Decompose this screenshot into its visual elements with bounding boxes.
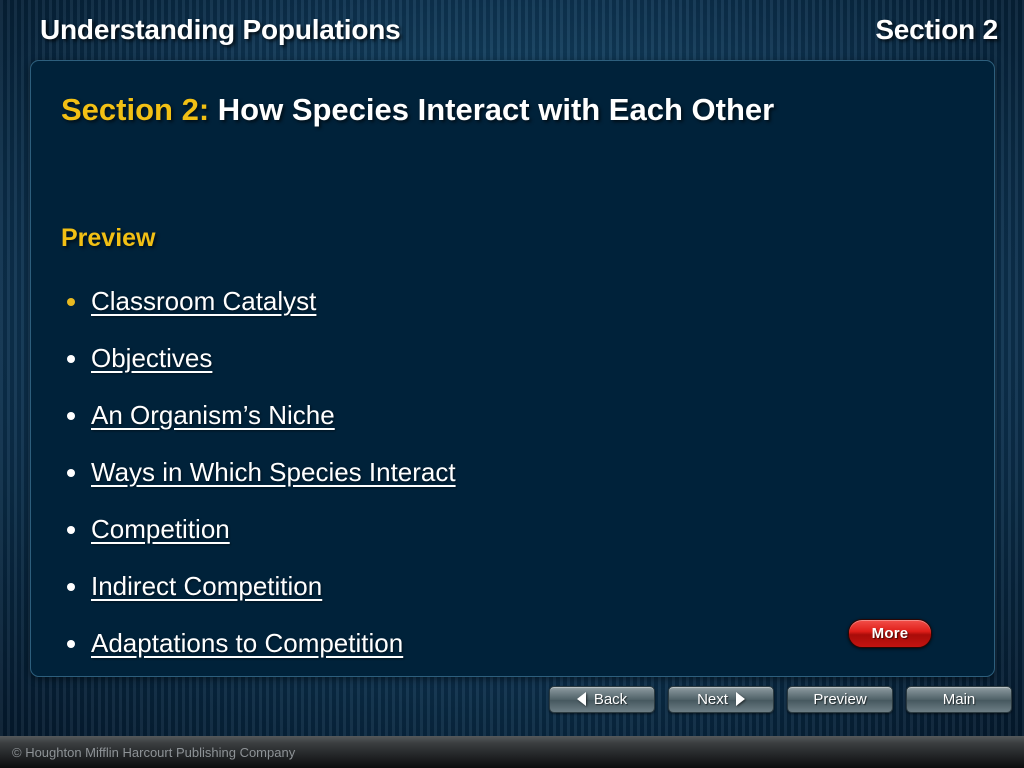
header-chapter-title: Understanding Populations bbox=[40, 14, 401, 45]
content-panel: Section 2: How Species Interact with Eac… bbox=[30, 60, 995, 677]
bullet-icon bbox=[67, 354, 75, 363]
list-item[interactable]: Classroom Catalyst bbox=[59, 273, 939, 330]
list-item[interactable]: Indirect Competition bbox=[59, 558, 939, 615]
slide-footer: © Houghton Mifflin Harcourt Publishing C… bbox=[0, 736, 1024, 768]
preview-button-label: Preview bbox=[813, 690, 867, 708]
preview-heading: Preview bbox=[61, 224, 156, 252]
copyright-notice: © Houghton Mifflin Harcourt Publishing C… bbox=[12, 745, 296, 760]
bullet-icon bbox=[67, 639, 75, 648]
list-item[interactable]: Competition bbox=[59, 501, 939, 558]
bullet-icon bbox=[67, 525, 75, 534]
bullet-icon bbox=[67, 468, 75, 477]
next-button[interactable]: Next bbox=[668, 685, 774, 713]
main-button[interactable]: Main bbox=[906, 685, 1012, 713]
bullet-icon bbox=[67, 582, 75, 591]
back-button[interactable]: Back bbox=[549, 685, 655, 713]
slide-title-rest: How Species Interact with Each Other bbox=[209, 92, 775, 127]
more-button-label: More bbox=[871, 625, 909, 642]
preview-link-an-organisms-niche[interactable]: An Organism’s Niche bbox=[91, 400, 335, 431]
preview-link-list: Classroom Catalyst Objectives An Organis… bbox=[59, 273, 939, 672]
slide-title-prefix: Section 2: bbox=[61, 92, 210, 127]
arrow-right-icon bbox=[735, 692, 745, 706]
slide-header: Understanding Populations Section 2 bbox=[0, 0, 1024, 58]
slide-title: Section 2: How Species Interact with Eac… bbox=[61, 86, 891, 133]
preview-link-adaptations-to-competition[interactable]: Adaptations to Competition bbox=[91, 628, 403, 659]
next-button-label: Next bbox=[697, 690, 728, 708]
preview-link-indirect-competition[interactable]: Indirect Competition bbox=[91, 571, 322, 602]
main-button-label: Main bbox=[942, 690, 976, 708]
list-item[interactable]: Objectives bbox=[59, 330, 939, 387]
navigation-bar: Back Next Preview Main bbox=[0, 678, 1024, 720]
presentation-slide: Understanding Populations Section 2 Sect… bbox=[0, 0, 1024, 768]
preview-link-classroom-catalyst[interactable]: Classroom Catalyst bbox=[91, 286, 316, 317]
preview-link-competition[interactable]: Competition bbox=[91, 514, 230, 545]
preview-link-objectives[interactable]: Objectives bbox=[91, 343, 212, 374]
list-item[interactable]: An Organism’s Niche bbox=[59, 387, 939, 444]
preview-button[interactable]: Preview bbox=[787, 685, 893, 713]
bullet-icon bbox=[67, 411, 75, 420]
header-section-label: Section 2 bbox=[875, 14, 998, 45]
more-button[interactable]: More bbox=[848, 619, 932, 648]
list-item[interactable]: Adaptations to Competition bbox=[59, 615, 939, 672]
arrow-left-icon bbox=[576, 692, 586, 706]
list-item[interactable]: Ways in Which Species Interact bbox=[59, 444, 939, 501]
bullet-icon bbox=[67, 297, 75, 306]
preview-link-ways-in-which-species-interact[interactable]: Ways in Which Species Interact bbox=[91, 457, 456, 488]
back-button-label: Back bbox=[593, 690, 628, 708]
